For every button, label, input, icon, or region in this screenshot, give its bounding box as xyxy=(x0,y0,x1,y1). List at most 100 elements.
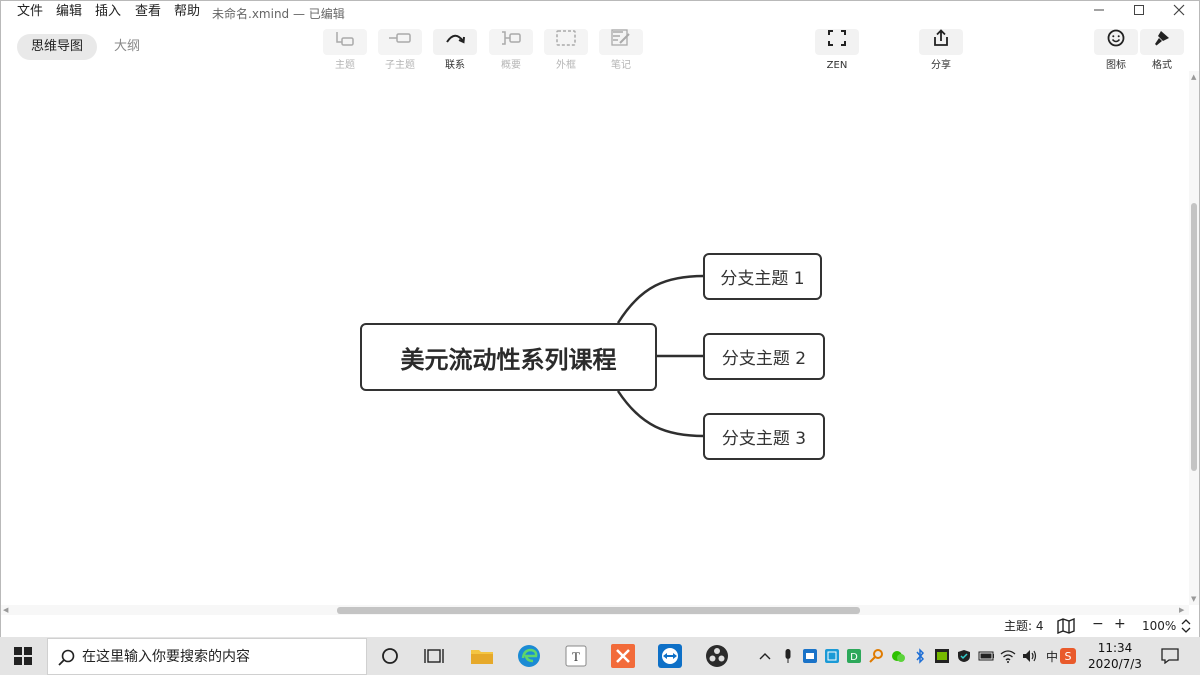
taskbar-file-explorer[interactable] xyxy=(469,643,495,669)
menu-insert[interactable]: 插入 xyxy=(95,4,121,20)
maximize-button[interactable] xyxy=(1126,3,1152,21)
mindmap-canvas[interactable]: 美元流动性系列课程 分支主题 1 分支主题 2 分支主题 3 xyxy=(1,71,1189,605)
minimize-button[interactable] xyxy=(1086,3,1112,21)
close-icon xyxy=(1173,4,1185,16)
search-placeholder: 在这里输入你要搜索的内容 xyxy=(82,649,250,665)
xmind-icon xyxy=(611,644,635,668)
edge-icon xyxy=(518,645,540,667)
scroll-right-arrow[interactable]: ▶ xyxy=(1179,606,1184,614)
relationship-button[interactable]: 联系 xyxy=(431,25,479,71)
windows-logo-icon xyxy=(14,647,32,665)
status-bar: 主题: 4 − + 100% xyxy=(1,615,1199,637)
microphone-icon[interactable] xyxy=(780,648,796,664)
topic-count: 主题: 4 xyxy=(1004,619,1044,633)
format-panel-button[interactable]: 格式 xyxy=(1138,25,1186,71)
horizontal-scroll-thumb[interactable] xyxy=(337,607,860,614)
vertical-scrollbar[interactable]: ▲ ▼ xyxy=(1189,71,1199,605)
battery-icon[interactable] xyxy=(978,648,994,664)
notifications-icon[interactable] xyxy=(1160,648,1180,664)
share-icon xyxy=(934,29,948,46)
windows-taskbar: 在这里输入你要搜索的内容 T D 中 S 11:34 2020/7/3 xyxy=(0,637,1200,675)
ime-indicator[interactable]: 中 xyxy=(1044,648,1060,664)
zoom-in-button[interactable]: + xyxy=(1114,617,1126,631)
svg-text:S: S xyxy=(1065,650,1072,663)
summary-icon xyxy=(502,31,521,45)
menu-edit[interactable]: 编辑 xyxy=(56,4,82,20)
tray-app-teal-icon[interactable] xyxy=(824,648,840,664)
note-icon xyxy=(611,29,630,46)
scroll-left-arrow[interactable]: ◀ xyxy=(3,606,8,614)
connector-3 xyxy=(616,390,705,438)
taskbar-clock[interactable]: 11:34 2020/7/3 xyxy=(1080,640,1150,672)
menu-help[interactable]: 帮助 xyxy=(174,4,200,20)
typora-icon: T xyxy=(565,645,587,667)
close-button[interactable] xyxy=(1166,3,1192,21)
taskbar-typora[interactable]: T xyxy=(563,643,589,669)
menu-file[interactable]: 文件 xyxy=(17,4,43,20)
branch-topic-3[interactable]: 分支主题 3 xyxy=(703,413,825,460)
share-button[interactable]: 分享 xyxy=(917,25,965,71)
branch-topic-2[interactable]: 分支主题 2 xyxy=(703,333,825,380)
taskbar-edge[interactable] xyxy=(516,643,542,669)
branch-topic-1[interactable]: 分支主题 1 xyxy=(703,253,822,300)
start-button[interactable] xyxy=(10,643,36,669)
tray-app-d-icon[interactable]: D xyxy=(846,648,862,664)
taskbar-xmind[interactable] xyxy=(610,643,636,669)
zen-button[interactable]: ZEN xyxy=(813,25,861,71)
xmind-window: 文件 编辑 插入 查看 帮助 未命名.xmind — 已编辑 思维导图 大纲 主… xyxy=(0,0,1200,637)
vertical-scroll-thumb[interactable] xyxy=(1191,203,1197,471)
zoom-stepper-icon[interactable] xyxy=(1181,618,1191,637)
icon-panel-button[interactable]: 图标 xyxy=(1092,25,1140,71)
task-view-button[interactable] xyxy=(421,643,447,669)
cortana-icon xyxy=(382,648,398,664)
maximize-icon xyxy=(1134,5,1144,15)
relationship-icon xyxy=(446,34,465,44)
central-topic[interactable]: 美元流动性系列课程 xyxy=(360,323,657,391)
tray-security-icon[interactable] xyxy=(956,648,972,664)
volume-icon[interactable] xyxy=(1022,648,1038,664)
clock-time: 11:34 xyxy=(1097,641,1133,655)
boundary-button[interactable]: 外框 xyxy=(542,25,590,71)
zoom-out-button[interactable]: − xyxy=(1092,617,1104,631)
menu-bar: 文件 编辑 插入 查看 帮助 未命名.xmind — 已编辑 xyxy=(1,1,1199,23)
summary-button[interactable]: 概要 xyxy=(487,25,535,71)
tab-mindmap[interactable]: 思维导图 xyxy=(17,34,98,60)
search-icon xyxy=(58,649,75,666)
svg-text:D: D xyxy=(850,652,858,663)
connector-1 xyxy=(616,274,705,324)
topic-button[interactable]: 主题 xyxy=(321,25,369,71)
folder-icon xyxy=(471,650,493,664)
boundary-icon xyxy=(556,30,576,46)
taskbar-teamviewer[interactable] xyxy=(657,643,683,669)
tray-chevron-up-icon[interactable] xyxy=(757,648,773,664)
scroll-down-arrow[interactable]: ▼ xyxy=(1191,595,1196,603)
brush-icon xyxy=(1155,31,1169,46)
tab-outline[interactable]: 大纲 xyxy=(100,34,154,60)
obs-icon xyxy=(706,645,728,667)
map-icon[interactable] xyxy=(1057,617,1075,637)
tray-wechat-icon[interactable] xyxy=(890,648,906,664)
task-view-icon xyxy=(424,649,444,663)
cortana-button[interactable] xyxy=(377,643,403,669)
minimize-icon xyxy=(1094,9,1104,11)
document-title: 未命名.xmind — 已编辑 xyxy=(212,7,345,21)
clock-date: 2020/7/3 xyxy=(1088,657,1142,671)
smiley-icon xyxy=(1107,29,1125,47)
tray-nvidia-icon[interactable] xyxy=(934,648,950,664)
scroll-up-arrow[interactable]: ▲ xyxy=(1191,73,1196,81)
subtopic-button[interactable]: 子主题 xyxy=(376,25,424,71)
taskbar-search[interactable]: 在这里输入你要搜索的内容 xyxy=(47,638,367,675)
tray-app-blue-icon[interactable] xyxy=(802,648,818,664)
taskbar-obs[interactable] xyxy=(704,643,730,669)
horizontal-scrollbar[interactable]: ◀ ▶ xyxy=(1,605,1189,615)
bluetooth-icon[interactable] xyxy=(912,648,928,664)
zoom-level[interactable]: 100% xyxy=(1142,619,1176,633)
toolbar: 思维导图 大纲 主题 子主题 联系 概要 外框 笔记 ZEN 分享 图标 格式 xyxy=(1,23,1199,71)
fullscreen-icon xyxy=(828,30,846,46)
note-button[interactable]: 笔记 xyxy=(597,25,645,71)
tray-sogou-icon[interactable]: S xyxy=(1060,648,1076,664)
menu-view[interactable]: 查看 xyxy=(135,4,161,20)
svg-text:T: T xyxy=(572,649,580,664)
tray-key-icon[interactable] xyxy=(868,648,884,664)
wifi-icon[interactable] xyxy=(1000,648,1016,664)
